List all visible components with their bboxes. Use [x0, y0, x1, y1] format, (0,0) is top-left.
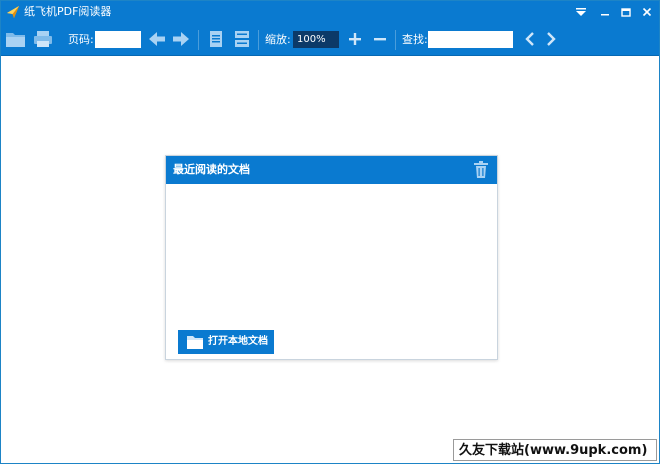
next-page-icon[interactable] — [170, 29, 192, 49]
document-area: 最近阅读的文档 打开本地文档 — [1, 57, 659, 463]
title-bar: 纸飞机PDF阅读器 — [1, 1, 659, 23]
panel-title: 最近阅读的文档 — [173, 163, 250, 176]
open-local-document-label: 打开本地文档 — [208, 336, 268, 347]
zoom-in-icon[interactable] — [344, 29, 366, 49]
trash-icon[interactable] — [473, 161, 489, 179]
single-page-view-icon[interactable] — [205, 29, 227, 49]
watermark: 久友下载站(www.9upk.com) — [453, 439, 657, 461]
folder-icon — [186, 334, 204, 350]
paper-plane-icon — [5, 4, 21, 20]
open-folder-icon[interactable] — [5, 29, 27, 49]
dropdown-menu-icon[interactable] — [571, 3, 591, 21]
continuous-view-icon[interactable] — [231, 29, 253, 49]
panel-header: 最近阅读的文档 — [166, 156, 497, 184]
toolbar-divider — [395, 30, 396, 50]
window-title: 纸飞机PDF阅读器 — [24, 5, 112, 18]
minimize-icon[interactable] — [595, 3, 615, 21]
toolbar-divider — [258, 30, 259, 50]
recent-documents-panel: 最近阅读的文档 打开本地文档 — [165, 155, 498, 360]
toolbar-divider — [198, 30, 199, 50]
page-number-input[interactable] — [95, 31, 141, 48]
find-input[interactable] — [428, 31, 513, 48]
page-label: 页码: — [68, 33, 94, 46]
open-local-document-button[interactable]: 打开本地文档 — [178, 330, 274, 354]
zoom-out-icon[interactable] — [369, 29, 391, 49]
app-window: 纸飞机PDF阅读器 页码: 缩放: 100% 查找: 最近阅读的文档 打开本地文… — [0, 0, 660, 464]
toolbar: 页码: 缩放: 100% 查找: — [1, 23, 659, 56]
zoom-label: 缩放: — [265, 33, 291, 46]
close-icon[interactable] — [637, 3, 657, 21]
find-previous-icon[interactable] — [519, 29, 541, 49]
find-next-icon[interactable] — [540, 29, 562, 49]
zoom-input[interactable] — [293, 31, 339, 48]
recent-documents-list — [166, 184, 497, 324]
maximize-icon[interactable] — [616, 3, 636, 21]
find-label: 查找: — [402, 33, 428, 46]
previous-page-icon[interactable] — [146, 29, 168, 49]
watermark-text: 久友下载站(www.9upk.com) — [459, 443, 648, 458]
print-icon[interactable] — [32, 29, 54, 49]
